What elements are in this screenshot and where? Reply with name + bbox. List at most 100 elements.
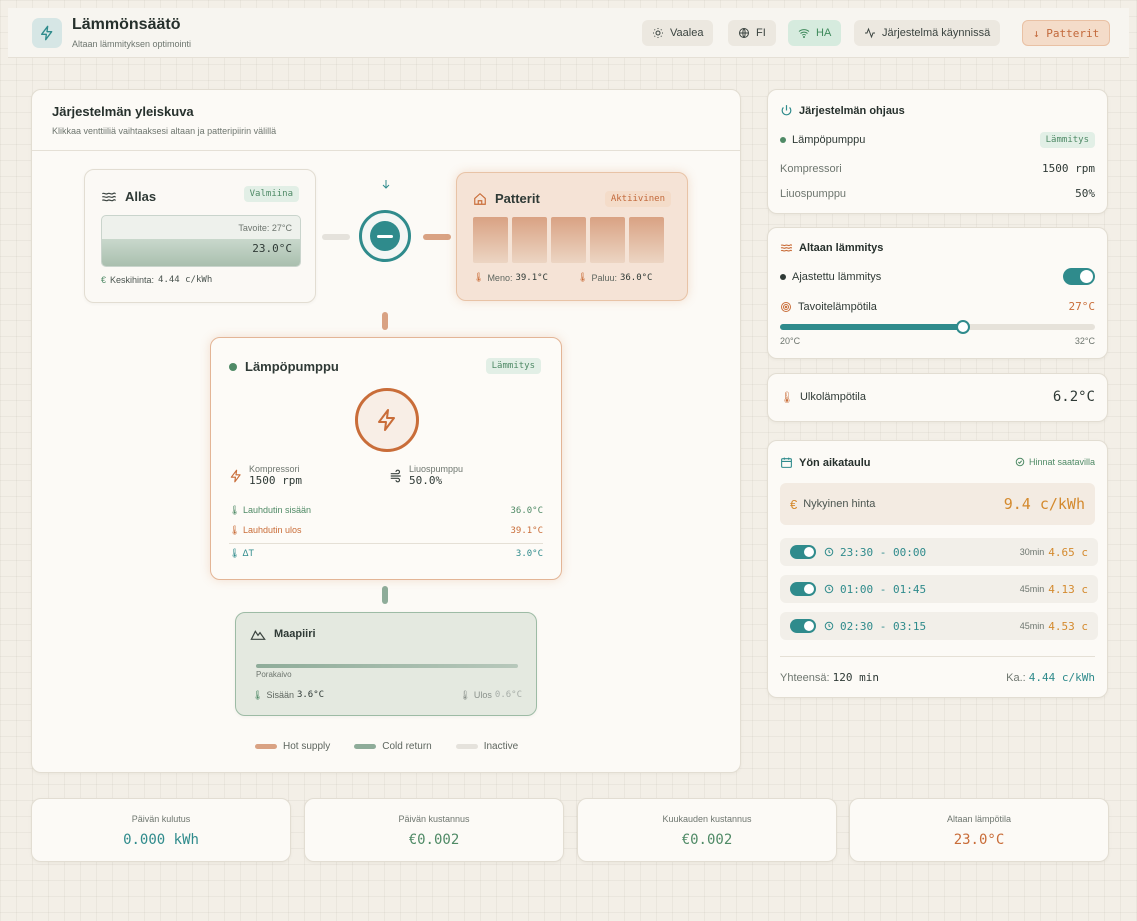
slider-thumb[interactable] [955, 320, 970, 334]
control-compressor-label: Kompressori [780, 162, 842, 175]
check-circle-icon [1015, 457, 1025, 467]
legend-cold: Cold return [354, 741, 432, 752]
slot-toggle[interactable] [790, 619, 816, 633]
pipe-radiators-hot [423, 234, 451, 240]
legend-inactive: Inactive [455, 741, 518, 752]
control-title: Järjestelmän ohjaus [799, 104, 905, 117]
condenser-out-value: 39.1°C [510, 525, 543, 536]
pipe-cold-vertical [382, 586, 388, 604]
arrow-down-icon [382, 180, 390, 189]
return-temp: 36.0°C [619, 272, 653, 283]
mountain-icon [250, 630, 266, 640]
thermometer-icon: 🌡︎ [780, 391, 794, 404]
schedule-avg-value: 4.44 c/kWh [1028, 671, 1095, 684]
slot-duration: 45min [1019, 584, 1045, 594]
flow-legend: Hot supply Cold return Inactive [255, 741, 518, 752]
radiators-title: Patterit [495, 191, 540, 206]
schedule-slot[interactable]: 23:30 - 00:00 30min 4.65 c [780, 538, 1098, 566]
system-status-button[interactable]: Järjestelmä käynnissä [854, 20, 1001, 46]
clock-icon [824, 547, 834, 557]
radiators-node[interactable]: Patterit Aktiivinen 🌡︎ Meno: 39.1°C 🌡︎ P… [456, 172, 688, 301]
theme-button[interactable]: Vaalea [642, 20, 714, 46]
prices-status: Hinnat saatavilla [1028, 457, 1095, 467]
language-label: FI [756, 27, 766, 39]
status-dot [229, 362, 237, 371]
control-heatpump-badge: Lämmitys [1039, 132, 1095, 148]
divider [32, 150, 740, 151]
ha-label: HA [816, 27, 832, 39]
heatpump-title: Lämpöpumppu [245, 359, 339, 374]
calendar-icon [781, 457, 792, 468]
condenser-out-label: 🌡︎ Lauhdutin ulos [229, 525, 302, 535]
slot-toggle[interactable] [790, 582, 816, 596]
brine-pump-label: Liuospumppu [409, 464, 464, 474]
valve-toggle-button[interactable] [359, 210, 411, 262]
target-icon [781, 301, 791, 312]
overview-title: Järjestelmän yleiskuva [52, 104, 194, 119]
app-title: Lämmönsäätö [72, 16, 181, 33]
scheduled-heating-toggle[interactable] [1063, 268, 1095, 285]
control-heatpump-label: Lämpöpumppu [792, 134, 866, 146]
pool-temperature: 23.0°C [252, 242, 292, 255]
radiator-panel [551, 217, 586, 263]
stat-label: Päivän kustannus [398, 814, 470, 824]
control-brine-label: Liuospumppu [780, 187, 847, 200]
target-temp-label: Tavoitelämpötila [798, 300, 877, 313]
outdoor-temp-panel: 🌡︎ Ulkolämpötila 6.2°C [767, 373, 1108, 422]
slot-time: 01:00 - 01:45 [840, 582, 927, 596]
slot-duration: 30min [1019, 547, 1045, 557]
slot-time: 02:30 - 03:15 [840, 619, 927, 633]
ground-loop-node[interactable]: Maapiiri Porakaivo 🌡︎ Sisään 3.6°C 🌡︎ Ul… [235, 612, 537, 716]
pool-heating-panel: Altaan lämmitys Ajastettu lämmitys Tavoi… [767, 227, 1108, 359]
ground-in-label: Sisään [266, 690, 294, 700]
language-button[interactable]: FI [728, 20, 776, 46]
compressor-value: 1500 rpm [249, 474, 302, 487]
slot-price: 4.53 c [1048, 619, 1088, 633]
divider [780, 656, 1095, 657]
status-dot [780, 273, 786, 280]
thermometer-icon: 🌡︎ [473, 272, 485, 282]
radiators-status-badge: Aktiivinen [604, 191, 671, 207]
supply-temp: 39.1°C [515, 272, 548, 283]
outdoor-temp-label: Ulkolämpötila [799, 391, 866, 403]
slot-toggle[interactable] [790, 545, 816, 559]
app-header: Lämmönsäätö Altaan lämmityksen optimoint… [8, 8, 1129, 58]
stat-value: €0.002 [408, 832, 460, 848]
slider-max-label: 32°C [1074, 336, 1095, 346]
thermometer-icon: 🌡︎ [252, 690, 264, 700]
radiator-panels [473, 217, 664, 263]
stat-value: 23.0°C [953, 832, 1005, 848]
return-label: Paluu: [591, 272, 617, 283]
ground-title: Maapiiri [274, 628, 316, 640]
schedule-title: Yön aikataulu [799, 456, 871, 469]
pool-title: Allas [125, 189, 157, 204]
home-assistant-button[interactable]: HA [788, 20, 842, 46]
ground-in-value: 3.6°C [296, 690, 325, 700]
radiator-panel [629, 217, 664, 263]
schedule-slot[interactable]: 01:00 - 01:45 45min 4.13 c [780, 575, 1098, 603]
pool-avg-price-label: Keskihinta: [110, 275, 155, 285]
delta-t-label: 🌡︎ ΔT [229, 548, 254, 558]
schedule-slot[interactable]: 02:30 - 03:15 45min 4.53 c [780, 612, 1098, 640]
clock-icon [824, 584, 834, 594]
outdoor-temp-value: 6.2°C [1052, 389, 1095, 405]
daily-consumption-card: Päivän kulutus 0.000 kWh [31, 798, 291, 862]
pool-node[interactable]: Allas Valmiina Tavoite: 27°C 23.0°C € Ke… [84, 169, 316, 303]
target-temp-slider[interactable] [780, 320, 1095, 334]
home-icon [474, 192, 486, 205]
current-price-box: € Nykyinen hinta 9.4 c/kWh [780, 483, 1095, 525]
supply-label: Meno: [487, 272, 513, 283]
wind-icon [390, 469, 401, 482]
valve-handle-icon [370, 221, 400, 251]
borehole-pipe [256, 664, 518, 668]
system-status-label: Järjestelmä käynnissä [882, 27, 991, 39]
status-dot [780, 137, 786, 143]
waves-icon [780, 244, 793, 252]
heatpump-node[interactable]: Lämpöpumppu Lämmitys Kompressori 1500 rp… [210, 337, 562, 580]
mode-radiators-button[interactable]: ↓ Patterit [1022, 20, 1111, 46]
pool-heating-title: Altaan lämmitys [799, 242, 884, 254]
bolt-icon [230, 469, 241, 482]
pipe-pool-inactive [322, 234, 350, 240]
bolt-logo-icon [32, 18, 62, 48]
clock-icon [824, 621, 834, 631]
